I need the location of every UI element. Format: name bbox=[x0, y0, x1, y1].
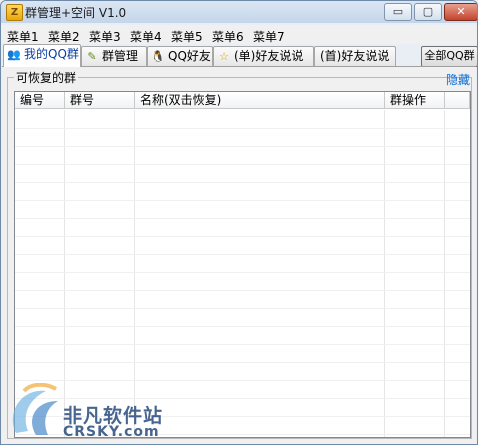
menu-item-6[interactable]: 菜单6 bbox=[212, 28, 244, 45]
tab-first-friend-posts[interactable]: (首)好友说说 bbox=[314, 46, 396, 66]
row-line bbox=[15, 344, 470, 345]
people-icon: 👥 bbox=[7, 48, 21, 61]
pencil-icon: ✎ bbox=[87, 50, 97, 63]
star-icon: ☆ bbox=[219, 50, 229, 63]
hide-link[interactable]: 隐藏 bbox=[446, 71, 470, 88]
row-line bbox=[15, 218, 470, 219]
window-title: 群管理+空间 V1.0 bbox=[25, 6, 127, 20]
all-qq-groups-button[interactable]: 全部QQ群 bbox=[421, 46, 477, 67]
row-line bbox=[15, 290, 470, 291]
title-bar[interactable]: Z 群管理+空间 V1.0 ▭ ▢ ✕ bbox=[1, 1, 477, 23]
tab-qq-friends[interactable]: 🐧 QQ好友 bbox=[147, 46, 213, 66]
penguin-icon: 🐧 bbox=[151, 50, 165, 63]
group-box-title: 可恢复的群 bbox=[14, 69, 79, 86]
tab-my-qq-groups[interactable]: 👥 我的QQ群 bbox=[3, 44, 81, 67]
menu-item-1[interactable]: 菜单1 bbox=[7, 28, 39, 45]
column-header-actions[interactable]: 群操作 bbox=[385, 92, 445, 109]
menu-bar: 菜单1 菜单2 菜单3 菜单4 菜单5 菜单6 菜单7 bbox=[1, 25, 477, 44]
tab-label: (首)好友说说 bbox=[320, 49, 390, 63]
column-divider bbox=[444, 110, 445, 437]
tab-label: (单)好友说说 bbox=[234, 49, 304, 63]
menu-item-7[interactable]: 菜单7 bbox=[253, 28, 285, 45]
row-line bbox=[15, 128, 470, 129]
row-line bbox=[15, 236, 470, 237]
row-line bbox=[15, 272, 470, 273]
minimize-button[interactable]: ▭ bbox=[384, 3, 412, 21]
column-header-index[interactable]: 编号 bbox=[15, 92, 65, 109]
column-header-group-number[interactable]: 群号 bbox=[65, 92, 135, 109]
tab-label: QQ好友 bbox=[168, 49, 211, 63]
menu-item-4[interactable]: 菜单4 bbox=[130, 28, 162, 45]
row-line bbox=[15, 164, 470, 165]
menu-item-2[interactable]: 菜单2 bbox=[48, 28, 80, 45]
column-header-name[interactable]: 名称(双击恢复) bbox=[135, 92, 385, 109]
close-button[interactable]: ✕ bbox=[444, 3, 477, 21]
tab-label: 我的QQ群 bbox=[24, 47, 79, 61]
row-line bbox=[15, 200, 470, 201]
tab-strip: 👥 我的QQ群 ✎ 群管理 🐧 QQ好友 ☆ (单)好友说说 (首)好友说说 bbox=[1, 44, 477, 67]
app-window: Z 群管理+空间 V1.0 ▭ ▢ ✕ 菜单1 菜单2 菜单3 菜单4 菜单5 … bbox=[0, 0, 478, 445]
row-line bbox=[15, 182, 470, 183]
menu-item-5[interactable]: 菜单5 bbox=[171, 28, 203, 45]
column-divider bbox=[384, 110, 385, 437]
row-line bbox=[15, 308, 470, 309]
row-line bbox=[15, 146, 470, 147]
row-line bbox=[15, 362, 470, 363]
column-header-filler bbox=[445, 92, 470, 109]
row-line bbox=[15, 380, 470, 381]
tab-label: 群管理 bbox=[102, 49, 139, 63]
maximize-button[interactable]: ▢ bbox=[414, 3, 442, 21]
tab-group-manage[interactable]: ✎ 群管理 bbox=[81, 46, 147, 66]
app-icon: Z bbox=[6, 4, 23, 21]
watermark-url: CRSKY.com bbox=[63, 424, 160, 440]
menu-item-3[interactable]: 菜单3 bbox=[89, 28, 121, 45]
tab-single-friend-posts[interactable]: ☆ (单)好友说说 bbox=[213, 46, 314, 66]
row-line bbox=[15, 254, 470, 255]
row-line bbox=[15, 326, 470, 327]
